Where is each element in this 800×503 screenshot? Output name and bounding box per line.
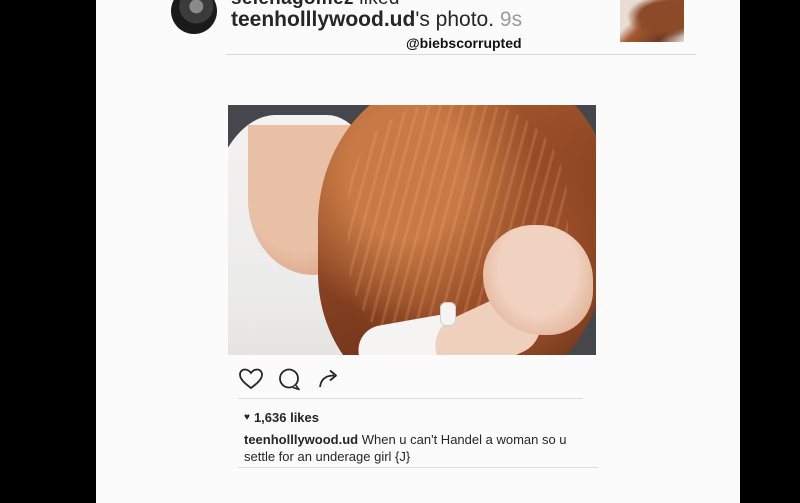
notification-username[interactable]: teenholllywood.ud — [231, 8, 415, 31]
divider — [238, 467, 598, 468]
user-avatar[interactable] — [171, 0, 217, 34]
share-arrow-icon[interactable] — [316, 366, 342, 392]
instagram-activity-page: selenagomez liked teenholllywood.ud's ph… — [96, 0, 740, 503]
post-photo[interactable] — [228, 105, 596, 355]
comment-bubble-icon[interactable] — [276, 366, 302, 392]
caption-username[interactable]: teenholllywood.ud — [244, 432, 358, 447]
notification-text: teenholllywood.ud's photo. 9s — [231, 8, 522, 32]
heart-outline-icon[interactable] — [238, 366, 264, 392]
likes-count[interactable]: ♥ 1,636 likes — [244, 410, 319, 425]
right-black-border — [740, 0, 800, 503]
notification-action: 's photo. — [415, 8, 500, 31]
notification-time: 9s — [499, 8, 523, 31]
post-thumbnail[interactable] — [620, 0, 684, 42]
divider — [226, 54, 696, 55]
post-caption: teenholllywood.ud When u can't Handel a … — [244, 431, 594, 465]
divider — [238, 398, 583, 399]
likes-text: 1,636 likes — [253, 410, 319, 425]
left-black-border — [0, 0, 96, 503]
photo-bracelet — [440, 302, 456, 326]
heart-filled-icon: ♥ — [244, 412, 250, 423]
watermark-text: @biebscorrupted — [406, 35, 522, 51]
